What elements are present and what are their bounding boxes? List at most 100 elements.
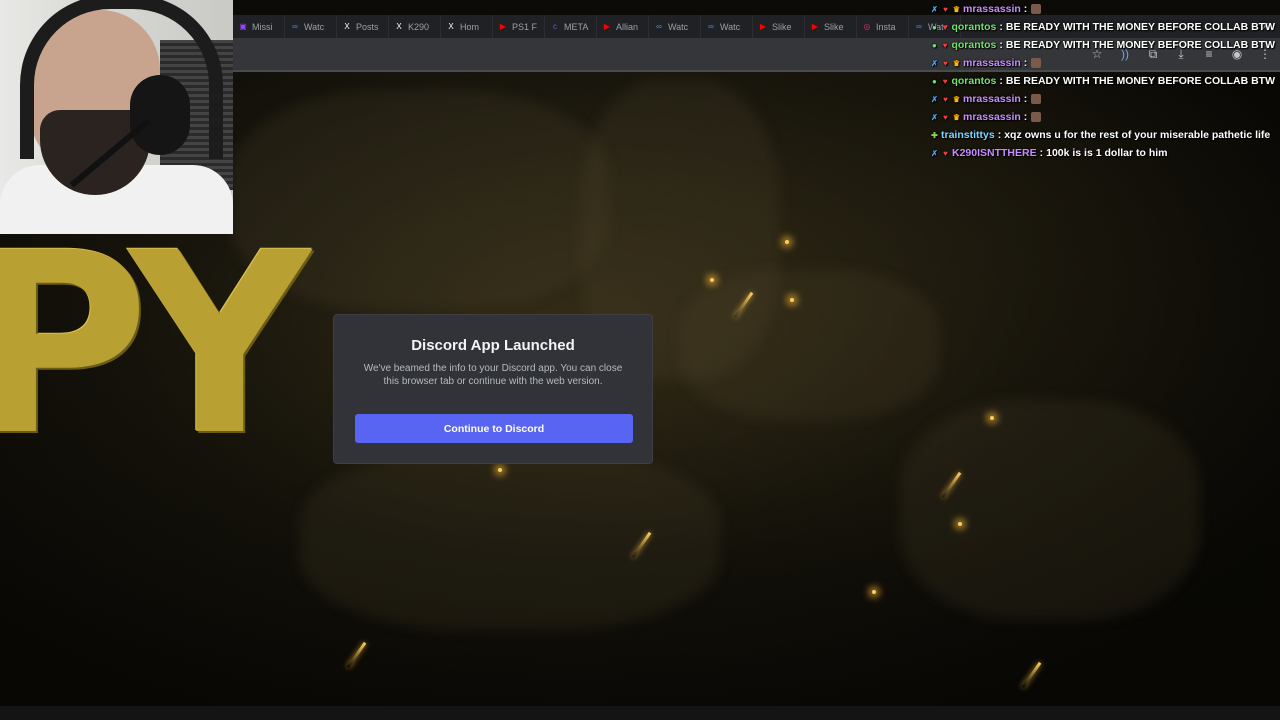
chat-separator: : xyxy=(1039,147,1044,159)
globe-icon: ∞ xyxy=(292,21,298,31)
chat-text: BE READY WITH THE MONEY BEFORE COLLAB BT… xyxy=(1005,39,1275,51)
webcam-feed xyxy=(0,0,233,234)
plus-badge-icon: ✚ xyxy=(931,130,938,140)
cbm-icon: c xyxy=(553,21,557,31)
chat-username[interactable]: K290ISNTTHERE xyxy=(952,147,1037,159)
chat-emote-icon xyxy=(1031,112,1042,122)
youtube-icon: ▶ xyxy=(603,21,611,31)
chat-emote-icon xyxy=(1031,58,1042,68)
heart-badge-icon: ♥ xyxy=(942,22,948,32)
crown-badge-icon: ♛ xyxy=(952,112,961,122)
ember-streak xyxy=(346,641,367,669)
chat-username[interactable]: mrassassin xyxy=(963,3,1021,15)
chat-username[interactable]: mrassassin xyxy=(963,57,1021,69)
dialog-title: Discord App Launched xyxy=(411,337,575,354)
browser-tab[interactable]: ▶ Allian xyxy=(597,15,649,38)
browser-tab[interactable]: ◎ Insta xyxy=(857,15,909,38)
browser-tab-label: META xyxy=(564,21,589,32)
crown-badge-icon: ♛ xyxy=(952,94,961,104)
background-logo-text: PY xyxy=(0,199,310,490)
browser-tab[interactable]: ▶ Slike xyxy=(753,15,805,38)
instagram-icon: ◎ xyxy=(863,21,871,31)
chat-username[interactable]: mrassassin xyxy=(963,93,1021,105)
browser-tab-label: Missi xyxy=(252,21,273,32)
heart-badge-icon: ♥ xyxy=(942,76,948,86)
crown-badge-icon: ♛ xyxy=(952,58,961,68)
scene-shape xyxy=(680,270,940,420)
chat-message: ✗ ♥ K290ISNTTHERE:100k is is 1 dollar to h… xyxy=(930,144,1275,162)
ember-spark xyxy=(710,278,714,282)
browser-tab-label: PS1 F xyxy=(512,21,538,32)
browser-tab-label: Watc xyxy=(720,21,741,32)
chat-text: BE READY WITH THE MONEY BEFORE COLLAB BT… xyxy=(1005,21,1275,33)
chat-separator: : xyxy=(1023,57,1028,69)
browser-tab[interactable]: ∞ Watc xyxy=(701,15,753,38)
browser-tab-label: Hom xyxy=(460,21,480,32)
chat-username[interactable]: qorantos xyxy=(951,39,996,51)
ember-spark xyxy=(785,240,789,244)
chat-message: ● ♥ qorantos: BE READY WITH THE MONEY BEFOR… xyxy=(930,18,1275,36)
youtube-icon: ▶ xyxy=(811,21,819,31)
browser-tab-label: K290 xyxy=(408,21,430,32)
chat-message: ✚ trainstittys: xqz owns u for the rest of… xyxy=(930,126,1275,144)
x-icon: X xyxy=(448,21,454,31)
ember-spark xyxy=(958,522,962,526)
youtube-icon: ▶ xyxy=(759,21,767,31)
browser-tab[interactable]: ▶ Slike xyxy=(805,15,857,38)
chat-emote-icon xyxy=(1031,94,1042,104)
ember-spark xyxy=(790,298,794,302)
heart-badge-icon: ♥ xyxy=(942,40,948,50)
chat-message: ✗ ♥ ♛ mrassassin: xyxy=(930,54,1275,72)
heart-badge-icon: ♥ xyxy=(943,148,948,158)
chat-username[interactable]: trainstittys xyxy=(941,129,995,141)
ember-spark xyxy=(498,468,502,472)
browser-tab[interactable]: ∞ Watc xyxy=(649,15,701,38)
continue-to-discord-button[interactable]: Continue to Discord xyxy=(355,414,633,443)
sword-badge-icon: ✗ xyxy=(931,112,938,122)
youtube-icon: ▶ xyxy=(499,21,507,31)
globe-icon: ∞ xyxy=(708,21,714,31)
chat-message: ✗ ♥ ♛ mrassassin: xyxy=(930,108,1275,126)
globe-icon: ∞ xyxy=(916,21,922,31)
discord-launch-dialog: Discord App Launched We've beamed the in… xyxy=(333,314,653,464)
chat-emote-icon xyxy=(1031,4,1042,14)
ember-spark xyxy=(990,416,994,420)
chat-message: ● ♥ qorantos: BE READY WITH THE MONEY BEFOR… xyxy=(930,72,1275,90)
dialog-body: We've beamed the info to your Discord ap… xyxy=(363,363,623,387)
browser-tab[interactable]: X Posts xyxy=(337,15,389,38)
chat-username[interactable]: qorantos xyxy=(951,21,996,33)
chat-separator: : xyxy=(999,39,1003,51)
chat-separator: : xyxy=(1023,93,1028,105)
browser-tab[interactable]: ▣ Missi xyxy=(233,15,285,38)
browser-tab-label: Watc xyxy=(668,21,689,32)
heart-badge-icon: ♥ xyxy=(943,112,948,122)
chat-text: 100k is is 1 dollar to him xyxy=(1046,147,1168,159)
browser-tab-label: Posts xyxy=(356,21,379,32)
chat-separator: : xyxy=(999,21,1003,33)
chat-text: xqz owns u for the rest of your miserabl… xyxy=(1004,129,1271,141)
sword-badge-icon: ✗ xyxy=(931,4,938,14)
ember-spark xyxy=(872,590,876,594)
chat-username[interactable]: mrassassin xyxy=(963,111,1021,123)
ember-streak xyxy=(1021,661,1042,689)
chat-text: BE READY WITH THE MONEY BEFORE COLLAB BT… xyxy=(1005,75,1275,87)
sword-badge-icon: ✗ xyxy=(931,58,938,68)
chat-separator: : xyxy=(997,129,1002,141)
sword-badge-icon: ✗ xyxy=(931,94,938,104)
browser-tab[interactable]: X K290 xyxy=(389,15,441,38)
globe-icon: ∞ xyxy=(656,21,662,31)
browser-tab[interactable]: X Hom xyxy=(441,15,493,38)
chat-username[interactable]: qorantos xyxy=(951,75,996,87)
browser-tab[interactable]: ▶ PS1 F xyxy=(493,15,545,38)
browser-tab-label: Insta xyxy=(876,21,896,32)
gem-badge-icon: ● xyxy=(931,40,937,50)
stream-chat-overlay: ✗ ♥ ♛ mrassassin: ● ♥ qorantos: BE READY WITH T… xyxy=(930,0,1275,162)
twitch-icon: ▣ xyxy=(239,21,247,31)
x-icon: X xyxy=(396,21,402,31)
browser-tab[interactable]: c META xyxy=(545,15,597,38)
x-icon: X xyxy=(344,21,350,31)
sword-badge-icon: ✗ xyxy=(931,148,938,158)
heart-badge-icon: ♥ xyxy=(943,58,948,68)
heart-badge-icon: ♥ xyxy=(943,94,948,104)
browser-tab[interactable]: ∞ Watc xyxy=(285,15,337,38)
